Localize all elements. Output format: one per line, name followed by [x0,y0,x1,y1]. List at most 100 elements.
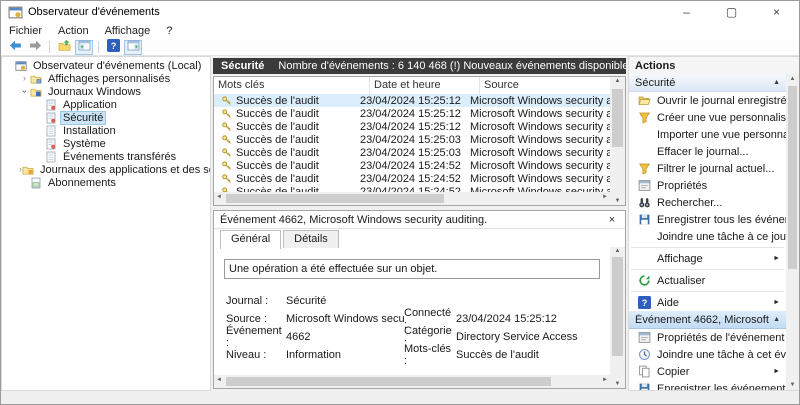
event-date-cell: 23/04/2024 15:25:03 [356,147,466,159]
action-item-label: Créer une vue personnalisée... [657,112,786,124]
scroll-up-icon[interactable]: ▲ [610,78,625,84]
scroll-down-icon[interactable]: ▼ [786,382,799,388]
actions-section-label: Événement 4662, Microsoft Windo... [635,314,769,326]
action-pane-button[interactable] [124,40,142,55]
sidebar-item-securite[interactable]: Sécurité [2,111,210,124]
menu-affichage[interactable]: Affichage [97,25,159,37]
action-item-proprietes-de-l-evenement[interactable]: Propriétés de l'événement [629,329,786,346]
actions-vscrollbar[interactable]: ▲ ▼ [786,74,799,390]
field-value: 23/04/2024 15:25:12 [456,313,610,325]
scroll-up-icon[interactable]: ▲ [610,248,625,254]
table-row[interactable]: Succès de l'audit23/04/2024 15:24:52Micr… [214,159,610,172]
back-arrow-button[interactable] [6,40,24,55]
action-item-enregistrer-les-evenements-sel[interactable]: Enregistrer les événements sél... [629,380,786,390]
event-table-hscrollbar[interactable]: ◄ ► [214,192,610,205]
tree-item-label: Système [61,138,108,150]
actions-section-evenement-4662-microsoft-windo[interactable]: Événement 4662, Microsoft Windo... ▲ [629,311,786,329]
field-value: Information [286,349,404,361]
action-item-joindre-une-tache-a-ce-journal[interactable]: Joindre une tâche à ce journal... [629,228,786,245]
detail-body: Une opération a été effectuée sur un obj… [214,247,610,375]
scroll-left-icon[interactable]: ◄ [216,377,222,383]
table-row[interactable]: Succès de l'audit23/04/2024 15:25:12Micr… [214,120,610,133]
tree-item-label: Abonnements [46,177,118,189]
scroll-thumb[interactable] [226,377,551,386]
event-keyword-cell: Succès de l'audit [214,108,356,120]
action-item-creer-une-vue-personnalisee[interactable]: Créer une vue personnalisée... [629,109,786,126]
action-item-rechercher[interactable]: Rechercher... [629,194,786,211]
table-row[interactable]: Succès de l'audit23/04/2024 15:25:12Micr… [214,94,610,107]
action-item-effacer-le-journal[interactable]: Effacer le journal... [629,143,786,160]
expander-icon[interactable]: › [19,73,30,84]
column-mots-cles[interactable]: Mots clés [214,77,370,94]
menu-help[interactable]: ? [158,25,180,37]
collapse-icon[interactable]: ▲ [773,79,780,86]
column-source[interactable]: Source [480,77,625,94]
scroll-down-icon[interactable]: ▼ [610,381,625,387]
sidebar-item-systeme[interactable]: Système [2,137,210,150]
action-item-actualiser[interactable]: Actualiser [629,272,786,289]
action-item-label: Importer une vue personnalis... [657,129,786,141]
detail-vscrollbar[interactable]: ▲ ▼ [610,247,625,388]
actions-section-securite[interactable]: Sécurité▲ [629,74,786,92]
menu-fichier[interactable]: Fichier [1,25,50,37]
sidebar-item-journaux-des-applications-et-d[interactable]: ›Journaux des applications et des servic… [2,163,210,176]
sidebar-item-evenements-transferes[interactable]: Événements transférés [2,150,210,163]
detail-hscrollbar[interactable]: ◄ ► [214,375,610,388]
action-item-filtrer-le-journal-actuel[interactable]: Filtrer le journal actuel... [629,160,786,177]
scroll-thumb[interactable] [788,86,797,269]
collapse-icon[interactable]: ▲ [773,316,780,323]
funnel-icon [638,111,651,124]
sidebar-item-affichages-personnalises[interactable]: › Affichages personnalisés [2,72,210,85]
menu-action[interactable]: Action [50,25,97,37]
svg-text:?: ? [642,298,648,308]
close-button[interactable]: × [754,1,799,23]
scroll-left-icon[interactable]: ◄ [216,194,222,200]
action-item-joindre-une-tache-a-cet-evene[interactable]: Joindre une tâche à cet événe... [629,346,786,363]
scroll-thumb[interactable] [612,89,623,147]
sidebar-item-journaux-windows[interactable]: ›Journaux Windows [2,85,210,98]
column-date-heure[interactable]: Date et heure [370,77,480,94]
action-item-proprietes[interactable]: Propriétés [629,177,786,194]
table-row[interactable]: Succès de l'audit23/04/2024 15:24:52Micr… [214,172,610,185]
sidebar-item-installation[interactable]: Installation [2,124,210,137]
action-item-enregistrer-tous-les-evenemen[interactable]: Enregistrer tous les événemen... [629,211,786,228]
scroll-down-icon[interactable]: ▼ [610,198,625,204]
expander-icon[interactable]: › [19,86,30,97]
tree-item-label: Affichages personnalisés [46,73,172,85]
minimize-button[interactable]: – [664,1,709,23]
action-item-ouvrir-le-journal-enregistre[interactable]: Ouvrir le journal enregistré... [629,92,786,109]
event-date-cell: 23/04/2024 15:25:12 [356,108,466,120]
scroll-thumb[interactable] [612,257,623,356]
tree-item-label: Application [61,99,119,111]
export-button[interactable] [55,40,73,55]
event-table-vscrollbar[interactable]: ▲ ▼ [610,77,625,205]
console-tree-button[interactable] [75,40,93,55]
table-row[interactable]: Succès de l'audit23/04/2024 15:25:03Micr… [214,133,610,146]
action-item-affichage[interactable]: Affichage► [629,250,786,267]
sidebar-item-observateur-d-evenements-local[interactable]: Observateur d'événements (Local) [2,59,210,72]
detail-close-icon[interactable]: × [605,214,619,226]
scroll-right-icon[interactable]: ► [602,194,608,200]
action-item-label: Propriétés de l'événement [657,332,786,344]
scroll-right-icon[interactable]: ► [602,377,608,383]
sidebar-item-abonnements[interactable]: Abonnements [2,176,210,189]
forward-arrow-button[interactable] [26,40,44,55]
scroll-thumb[interactable] [226,194,444,203]
table-row[interactable]: Succès de l'audit23/04/2024 15:25:12Micr… [214,107,610,120]
action-item-copier[interactable]: Copier► [629,363,786,380]
event-date-cell: 23/04/2024 15:24:52 [356,173,466,185]
scroll-up-icon[interactable]: ▲ [786,76,799,82]
key-icon [221,160,232,171]
action-item-aide[interactable]: ?Aide► [629,294,786,311]
action-item-label: Rechercher... [657,197,786,209]
tree-item-label: Événements transférés [61,151,178,163]
table-row[interactable]: Succès de l'audit23/04/2024 15:25:03Micr… [214,146,610,159]
tab-general[interactable]: Général [220,230,281,249]
field-value: Microsoft Windows security [286,313,404,325]
tab-details[interactable]: Détails [283,230,339,248]
table-row[interactable]: Succès de l'audit23/04/2024 15:24:52Micr… [214,185,610,192]
help-button[interactable]: ? [104,40,122,55]
maximize-button[interactable]: ▢ [709,1,754,23]
sidebar-item-application[interactable]: Application [2,98,210,111]
action-item-importer-une-vue-personnalis[interactable]: Importer une vue personnalis... [629,126,786,143]
